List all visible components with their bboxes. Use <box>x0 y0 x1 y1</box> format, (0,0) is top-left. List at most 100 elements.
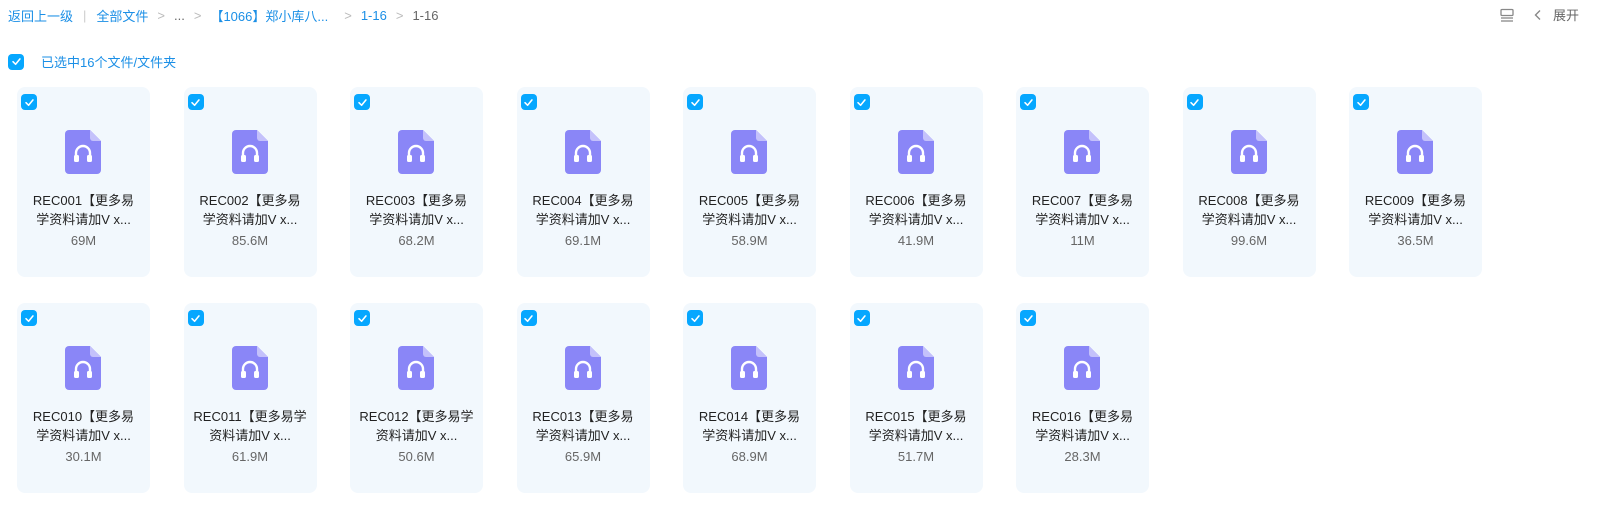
file-size: 68.9M <box>731 449 768 464</box>
breadcrumb-separator: > <box>157 8 166 23</box>
back-link[interactable]: 返回上一级 <box>8 6 73 25</box>
file-card[interactable]: REC015【更多易 学资料请加V x... 51.7M <box>849 303 983 493</box>
file-checkbox[interactable] <box>853 94 870 110</box>
top-bar: 返回上一级 | 全部文件 > ... > 【1066】郑小库八... > 1-1… <box>0 0 1601 30</box>
file-name-line1: REC004【更多易 <box>532 193 634 208</box>
audio-file-icon <box>1230 130 1267 174</box>
check-icon <box>1023 98 1033 106</box>
breadcrumb-separator: > <box>344 8 352 23</box>
file-card[interactable]: REC011【更多易学 资料请加V x... 61.9M <box>183 303 317 493</box>
file-name-line2: 学资料请加V x... <box>1035 428 1130 443</box>
check-icon <box>524 314 533 322</box>
file-checkbox[interactable] <box>687 310 703 326</box>
breadcrumb-separator: > <box>193 8 202 23</box>
file-checkbox[interactable] <box>21 94 37 110</box>
file-name-line1: REC002【更多易 <box>199 193 301 208</box>
file-name-line2: 学资料请加V x... <box>36 428 131 443</box>
file-size: 99.6M <box>1230 233 1268 248</box>
file-name: REC002【更多易 学资料请加V x... <box>192 191 309 229</box>
file-card[interactable]: REC004【更多易 学资料请加V x... 69.1M <box>516 87 650 277</box>
file-name-line1: REC013【更多易 <box>532 409 634 424</box>
file-name-line1: REC006【更多易 <box>865 193 967 208</box>
audio-file-icon <box>231 346 268 390</box>
file-card[interactable]: REC012【更多易学 资料请加V x... 50.6M <box>350 303 483 493</box>
file-name: REC016【更多易 学资料请加V x... <box>1024 407 1141 445</box>
file-name-line1: REC012【更多易学 <box>359 409 474 424</box>
file-name: REC009【更多易 学资料请加V x... <box>1357 191 1474 229</box>
file-card[interactable]: REC005【更多易 学资料请加V x... 58.9M <box>683 87 816 277</box>
file-card[interactable]: REC009【更多易 学资料请加V x... 36.5M <box>1349 87 1482 277</box>
file-name-line2: 学资料请加V x... <box>535 212 631 227</box>
file-card[interactable]: REC001【更多易 学资料请加V x... 69M <box>17 87 150 277</box>
file-name-line1: REC009【更多易 <box>1364 193 1467 208</box>
audio-file-icon <box>65 346 101 390</box>
breadcrumb-all-files[interactable]: 全部文件 <box>96 6 148 25</box>
file-name-line2: 学资料请加V x... <box>702 212 797 227</box>
check-icon <box>690 314 700 322</box>
file-checkbox[interactable] <box>187 310 204 326</box>
file-name-line1: REC005【更多易 <box>698 193 801 208</box>
file-card[interactable]: REC003【更多易 学资料请加V x... 68.2M <box>350 87 483 277</box>
file-card[interactable]: REC008【更多易 学资料请加V x... 99.6M <box>1182 87 1316 277</box>
breadcrumb-ellipsis[interactable]: ... <box>174 8 185 23</box>
list-view-icon[interactable] <box>1499 7 1515 23</box>
file-checkbox[interactable] <box>21 310 37 326</box>
file-size: 41.9M <box>897 233 935 248</box>
file-name-line2: 学资料请加V x... <box>535 428 631 443</box>
file-name-line1: REC015【更多易 <box>865 409 967 424</box>
breadcrumb-divider: | <box>83 8 87 23</box>
file-name-line2: 资料请加V x... <box>375 428 458 443</box>
file-card[interactable]: REC007【更多易 学资料请加V x... 11M <box>1016 87 1149 277</box>
check-icon <box>524 98 533 106</box>
file-card[interactable]: REC002【更多易 学资料请加V x... 85.6M <box>183 87 317 277</box>
file-checkbox[interactable] <box>354 310 370 326</box>
file-checkbox[interactable] <box>1020 310 1036 326</box>
file-card[interactable]: REC013【更多易 学资料请加V x... 65.9M <box>516 303 650 493</box>
file-size: 65.9M <box>564 449 602 464</box>
audio-file-icon <box>231 130 268 174</box>
file-card[interactable]: REC016【更多易 学资料请加V x... 28.3M <box>1016 303 1149 493</box>
file-checkbox[interactable] <box>687 94 703 110</box>
check-icon <box>1023 314 1033 322</box>
file-checkbox[interactable] <box>1353 94 1369 110</box>
file-name-line2: 学资料请加V x... <box>1035 212 1130 227</box>
file-checkbox[interactable] <box>520 94 537 110</box>
audio-file-icon <box>65 130 101 174</box>
file-size: 30.1M <box>65 449 102 464</box>
breadcrumb-folder-1066[interactable]: 【1066】郑小库八... <box>210 6 328 25</box>
breadcrumb-folder-1-16[interactable]: 1-16 <box>361 8 387 23</box>
file-name-line2: 学资料请加V x... <box>369 212 464 227</box>
file-name-line2: 学资料请加V x... <box>702 428 797 443</box>
audio-file-icon <box>1064 346 1100 390</box>
file-name-line2: 学资料请加V x... <box>36 212 131 227</box>
file-name: REC001【更多易 学资料请加V x... <box>25 191 142 229</box>
check-icon <box>857 98 866 106</box>
file-name: REC010【更多易 学资料请加V x... <box>25 407 142 445</box>
file-name: REC013【更多易 学资料请加V x... <box>525 407 642 445</box>
file-card[interactable]: REC014【更多易 学资料请加V x... 68.9M <box>683 303 816 493</box>
expand-label: 展开 <box>1552 8 1579 23</box>
chevron-left-icon <box>1534 9 1541 20</box>
check-icon <box>11 58 21 66</box>
file-card[interactable]: REC010【更多易 学资料请加V x... 30.1M <box>17 303 150 493</box>
audio-file-icon <box>731 130 767 174</box>
file-checkbox[interactable] <box>520 310 537 326</box>
file-checkbox[interactable] <box>853 310 870 326</box>
view-tools: 展开 <box>1499 5 1579 24</box>
file-size: 69.1M <box>564 233 602 248</box>
file-name-line1: REC010【更多易 <box>32 409 135 424</box>
audio-file-icon <box>731 346 767 390</box>
file-checkbox[interactable] <box>187 94 204 110</box>
file-checkbox[interactable] <box>354 94 370 110</box>
file-size: 50.6M <box>398 449 435 464</box>
file-checkbox[interactable] <box>1186 94 1203 110</box>
file-card[interactable]: REC006【更多易 学资料请加V x... 41.9M <box>849 87 983 277</box>
check-icon <box>1356 98 1366 106</box>
file-name: REC011【更多易学 资料请加V x... <box>192 407 309 445</box>
check-icon <box>1190 98 1199 106</box>
breadcrumb: 返回上一级 | 全部文件 > ... > 【1066】郑小库八... > 1-1… <box>8 6 438 25</box>
check-icon <box>191 98 200 106</box>
expand-button[interactable]: 展开 <box>1533 5 1579 24</box>
select-all-checkbox[interactable] <box>8 53 24 70</box>
file-checkbox[interactable] <box>1020 94 1036 110</box>
